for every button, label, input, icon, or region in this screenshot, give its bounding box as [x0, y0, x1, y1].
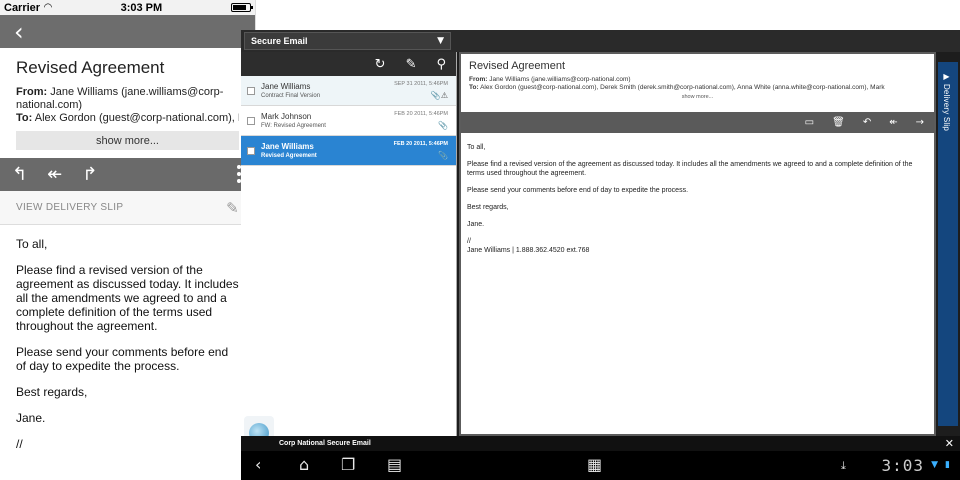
phone-email-body: To all, Please find a revised version of…: [0, 225, 255, 455]
reading-pane: Revised Agreement From: Jane Williams (j…: [459, 52, 936, 436]
message-date: FEB 20 2011, 5:46PM: [394, 111, 448, 117]
attachment-icon: 📎: [438, 151, 448, 160]
back-icon[interactable]: ‹: [255, 455, 261, 474]
from-value: Jane Williams (jane.williams@corp-nation…: [16, 86, 224, 111]
list-toolbar: ↻ ✎ ⚲: [241, 52, 456, 76]
show-more-button[interactable]: show more...: [16, 131, 239, 150]
reply-icon[interactable]: ↶: [863, 117, 871, 128]
message-checkbox[interactable]: [247, 116, 255, 125]
app-footer-bar: Corp National Secure Email ✕: [241, 436, 960, 451]
home-icon[interactable]: ⌂: [299, 455, 309, 474]
message-subject: Revised Agreement: [261, 152, 317, 159]
compose-icon[interactable]: ✎: [406, 57, 417, 72]
message-date: SEP 31 2011, 5:46PM: [394, 81, 448, 87]
reader-paragraph: Please find a revised version of the agr…: [467, 161, 913, 177]
download-icon: ⤓: [841, 459, 846, 472]
reader-from: From: Jane Williams (jane.williams@corp-…: [469, 76, 926, 84]
apps-grid-icon[interactable]: ▦: [587, 455, 602, 474]
chevron-down-icon: ▼: [437, 36, 444, 46]
folder-icon[interactable]: ▭: [805, 117, 814, 128]
search-icon[interactable]: ⚲: [436, 57, 446, 72]
reply-icon[interactable]: ↰: [12, 164, 27, 185]
attachment-icon: 📎: [438, 121, 448, 130]
battery-icon: ▮: [945, 460, 950, 470]
recent-apps-icon[interactable]: ❐: [341, 455, 355, 474]
phone-status-bar: Carrier ◠ 3:03 PM: [0, 0, 255, 15]
list-item[interactable]: Mark Johnson FW: Revised Agreement FEB 2…: [241, 106, 456, 136]
to-label: To:: [16, 112, 33, 124]
delivery-slip-tab-label: ▶ Delivery Slip: [942, 72, 951, 131]
phone-email-header: Revised Agreement From: Jane Williams (j…: [0, 48, 255, 150]
reader-paragraph: //: [467, 238, 471, 245]
list-item[interactable]: Jane Williams Contract Final Version SEP…: [241, 76, 456, 106]
reader-paragraph: Please send your comments before end of …: [467, 187, 689, 194]
menu-icon[interactable]: ▤: [387, 455, 402, 474]
tablet-screen: Secure Email ▼ ↻ ✎ ⚲ Jane Williams Contr…: [241, 30, 960, 480]
body-paragraph: Please find a revised version of the agr…: [16, 263, 239, 333]
delivery-slip-tab[interactable]: ▶ Delivery Slip: [938, 62, 958, 426]
delivery-slip-label: VIEW DELIVERY SLIP: [16, 202, 124, 213]
attachment-warning-icon: 📎⚠: [430, 91, 448, 100]
chevron-left-icon[interactable]: ‹: [14, 20, 24, 44]
app-selector-label: Secure Email: [251, 36, 308, 46]
body-paragraph: Best regards,: [16, 385, 88, 399]
delivery-slip-tab-text: Delivery Slip: [942, 83, 951, 132]
body-paragraph: //: [16, 437, 23, 451]
battery-icon: [230, 3, 253, 12]
message-subject: FW: Revised Agreement: [261, 122, 326, 129]
message-checkbox[interactable]: [247, 86, 255, 95]
tools-icon[interactable]: ✕: [945, 437, 954, 450]
message-list-pane: ↻ ✎ ⚲ Jane Williams Contract Final Versi…: [241, 52, 457, 436]
reader-toolbar: ▭ 🗑 ↶ ↞ →: [461, 112, 934, 133]
screenshot-root: Carrier ◠ 3:03 PM ‹ Revised Agreement Fr…: [0, 0, 960, 480]
app-top-bar: Secure Email ▼: [241, 30, 960, 52]
reader-paragraph: Best regards,: [467, 204, 509, 211]
reader-show-more-button[interactable]: show more...: [469, 94, 926, 100]
carrier-label: Carrier: [4, 1, 41, 14]
system-clock: 3:03: [881, 456, 924, 475]
phone-clock: 3:03 PM: [120, 1, 163, 14]
message-date: FEB 20 2011, 5:46PM: [393, 141, 448, 147]
body-paragraph: Please send your comments before end of …: [16, 345, 229, 373]
phone-action-bar: ↰ ↞ ↱: [0, 158, 255, 191]
battery-fill: [232, 5, 246, 10]
wifi-icon: ◠: [44, 2, 52, 13]
trash-icon[interactable]: 🗑: [832, 117, 845, 128]
email-from: From: Jane Williams (jane.williams@corp-…: [16, 86, 239, 112]
system-nav-bar: ‹ ⌂ ❐ ▤ ▦ ⤓ 3:03 ▼ ▮: [241, 451, 960, 480]
reader-to-label: To:: [469, 84, 479, 91]
reader-from-label: From:: [469, 76, 488, 83]
phone-nav-bar: ‹: [0, 15, 255, 48]
body-paragraph: Jane.: [16, 411, 46, 425]
reader-paragraph: To all,: [467, 144, 486, 151]
reader-signature: Jane Williams | 1.888.362.4520 ext.768: [467, 247, 590, 254]
forward-icon[interactable]: →: [916, 117, 924, 128]
app-selector-dropdown[interactable]: Secure Email ▼: [244, 32, 451, 50]
to-value: Alex Gordon (guest@corp-national.com), D…: [34, 112, 239, 124]
message-checkbox[interactable]: [247, 146, 255, 155]
refresh-icon[interactable]: ↻: [375, 57, 386, 72]
reader-paragraph: Jane.: [467, 221, 485, 228]
chevron-right-icon: ▶: [942, 72, 951, 84]
wifi-icon: ▼: [931, 460, 938, 470]
reply-all-icon[interactable]: ↞: [47, 164, 62, 185]
message-subject: Contract Final Version: [261, 92, 321, 99]
reader-from-value: Jane Williams (jane.williams@corp-nation…: [489, 76, 631, 83]
view-delivery-slip-button[interactable]: VIEW DELIVERY SLIP ✎: [0, 191, 255, 225]
body-paragraph: To all,: [16, 237, 48, 251]
email-subject: Revised Agreement: [16, 58, 165, 77]
reader-header: Revised Agreement From: Jane Williams (j…: [461, 54, 934, 112]
list-item[interactable]: Jane Williams Revised Agreement FEB 20 2…: [241, 136, 456, 166]
pencil-icon[interactable]: ✎: [226, 199, 239, 217]
phone-screen: Carrier ◠ 3:03 PM ‹ Revised Agreement Fr…: [0, 0, 256, 455]
reader-to-value: Alex Gordon (guest@corp-national.com), D…: [480, 84, 885, 91]
from-label: From:: [16, 86, 48, 98]
reader-to: To: Alex Gordon (guest@corp-national.com…: [469, 84, 926, 92]
reader-body: To all, Please find a revised version of…: [461, 133, 934, 273]
footer-title: Corp National Secure Email: [279, 440, 371, 447]
forward-icon[interactable]: ↱: [82, 164, 97, 185]
reply-all-icon[interactable]: ↞: [889, 117, 897, 128]
email-to: To: Alex Gordon (guest@corp-national.com…: [16, 112, 239, 125]
reader-subject: Revised Agreement: [469, 60, 565, 72]
